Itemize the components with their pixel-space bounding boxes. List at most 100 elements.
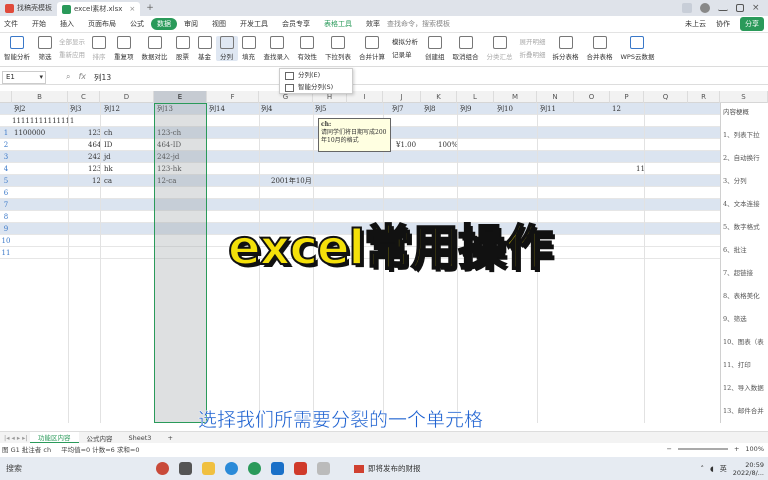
taskbar-search[interactable]: 搜索	[0, 463, 140, 474]
col-header-f[interactable]: F	[207, 91, 259, 103]
zoom-out-icon[interactable]: −	[667, 445, 672, 453]
speaker-icon[interactable]: ◖	[710, 465, 714, 473]
consolidate-button[interactable]: 合并计算	[355, 36, 389, 61]
outline-item[interactable]: 12、导入数据	[723, 382, 764, 392]
row-number[interactable]: 11	[0, 247, 12, 259]
clock[interactable]: 20:59 2022/8/...	[733, 461, 764, 477]
edge-icon[interactable]	[248, 462, 261, 475]
smart-analysis-button[interactable]: 智能分析	[0, 36, 34, 61]
sort-button[interactable]: 排序	[88, 36, 110, 61]
search-command-input[interactable]: 查找命令，搜索模板	[387, 19, 450, 29]
row-number[interactable]: 1	[0, 127, 12, 139]
cell-d-header[interactable]: 列12	[104, 103, 120, 115]
outline-item[interactable]: 9、筛选	[723, 313, 747, 323]
cell-d[interactable]: jd	[104, 151, 111, 163]
split-column-button[interactable]: 分列	[215, 36, 238, 61]
outline-item[interactable]: 10、图表（表	[723, 336, 764, 346]
menu-formula[interactable]: 公式	[123, 19, 151, 29]
cell-d[interactable]: hk	[104, 163, 113, 175]
fx-icon[interactable]: fx	[78, 72, 86, 82]
cell-n-header[interactable]: 列11	[540, 103, 556, 115]
menu-view[interactable]: 视图	[205, 19, 233, 29]
filter-button[interactable]: 筛选	[34, 36, 56, 61]
cell-j[interactable]: ¥1.00	[396, 139, 416, 151]
cloud-status[interactable]: 未上云	[685, 19, 706, 29]
cell-k[interactable]: 100%	[438, 139, 458, 151]
cell-g-header[interactable]: 列4	[261, 103, 272, 115]
col-header-p[interactable]: P	[610, 91, 644, 103]
cell-j-header[interactable]: 列7	[392, 103, 403, 115]
menu-page-layout[interactable]: 页面布局	[81, 19, 123, 29]
outline-item[interactable]: 4、文本连接	[723, 198, 760, 208]
zoom-icon[interactable]: ⌕	[66, 72, 70, 82]
col-header-l[interactable]: L	[457, 91, 494, 103]
menu-insert[interactable]: 插入	[53, 19, 81, 29]
row-number[interactable]: 8	[0, 211, 12, 223]
fund-button[interactable]: 基金	[194, 36, 216, 61]
outline-item[interactable]: 3、分列	[723, 175, 747, 185]
col-header-k[interactable]: K	[421, 91, 457, 103]
menu-home[interactable]: 开始	[25, 19, 53, 29]
mascot-icon[interactable]	[156, 462, 169, 475]
cell-f-header[interactable]: 列14	[209, 103, 225, 115]
chevron-up-icon[interactable]: ˄	[701, 465, 705, 473]
selected-column-e[interactable]	[154, 103, 207, 423]
col-header-d[interactable]: D	[100, 91, 154, 103]
col-header-c[interactable]: C	[68, 91, 100, 103]
col-header-s[interactable]: S	[720, 91, 768, 103]
dropdown-list-button[interactable]: 下拉列表	[321, 36, 355, 61]
news-widget[interactable]: 即将发布的财报	[354, 463, 421, 474]
sheet-tab-sheet3[interactable]: Sheet3	[121, 434, 160, 442]
menu-data[interactable]: 数据	[151, 18, 177, 30]
row-number[interactable]: 9	[0, 223, 12, 235]
menu-member[interactable]: 会员专享	[275, 19, 317, 29]
col-header-b[interactable]: B	[12, 91, 68, 103]
expand-detail-button[interactable]: 展开明细	[520, 36, 546, 46]
add-sheet-icon[interactable]: +	[159, 434, 180, 442]
collab-button[interactable]: 协作	[716, 19, 730, 29]
col-header-e[interactable]: E	[154, 91, 207, 103]
menu-efficiency[interactable]: 效率	[359, 19, 387, 29]
sheet-nav-arrows[interactable]: |◂ ◂ ▸ ▸|	[0, 434, 30, 442]
cell-b-header[interactable]: 列2	[14, 103, 25, 115]
cell-b[interactable]: 11111111111111	[12, 115, 74, 127]
menu-file[interactable]: 文件	[0, 19, 25, 29]
name-box[interactable]: E1 ▾	[2, 70, 46, 84]
collapse-detail-button[interactable]: 折叠明细	[520, 49, 546, 59]
menu-item-split[interactable]: 分列(E)	[280, 69, 352, 81]
formula-input[interactable]: 列13	[86, 72, 111, 83]
sheet-tab-formulas[interactable]: 公式内容	[79, 433, 121, 443]
tab-excel-file[interactable]: excel素材.xlsx ×	[57, 2, 141, 16]
language-indicator[interactable]: 英	[720, 464, 727, 474]
avatar[interactable]	[700, 3, 710, 13]
zoom-slider[interactable]	[677, 448, 728, 450]
record-form-button[interactable]: 记录单	[392, 49, 418, 59]
outline-item[interactable]: 11、打印	[723, 359, 751, 369]
outline-item[interactable]: 5、数字格式	[723, 221, 760, 231]
cell-c-header[interactable]: 列3	[70, 103, 81, 115]
compare-button[interactable]: 数据对比	[138, 36, 172, 61]
ungroup-button[interactable]: 取消组合	[449, 36, 483, 61]
window-icon[interactable]	[682, 3, 692, 13]
col-header-r[interactable]: R	[688, 91, 720, 103]
outline-item[interactable]: 6、批注	[723, 244, 747, 254]
new-tab-icon[interactable]: +	[140, 3, 160, 13]
fill-button[interactable]: 填充	[238, 36, 260, 61]
status-stats[interactable]: 平均值=0 计数=6 求和=0	[61, 444, 139, 454]
reapply-button[interactable]: 重新应用	[59, 49, 85, 59]
col-header-n[interactable]: N	[537, 91, 574, 103]
subtotal-button[interactable]: 分类汇总	[483, 36, 517, 61]
cell-d[interactable]: ch	[104, 127, 112, 139]
col-header-j[interactable]: J	[383, 91, 421, 103]
merge-table-button[interactable]: 合并表格	[583, 36, 617, 61]
row-number[interactable]: 5	[0, 175, 12, 187]
menu-review[interactable]: 审阅	[177, 19, 205, 29]
corner-cell[interactable]	[0, 91, 12, 103]
col-header-o[interactable]: O	[574, 91, 610, 103]
row-number[interactable]: 10	[0, 235, 12, 247]
minimize-icon[interactable]	[718, 6, 728, 11]
row-number[interactable]: 3	[0, 151, 12, 163]
cell-g[interactable]: 2001年10月	[271, 175, 312, 187]
cell-k-header[interactable]: 列8	[424, 103, 435, 115]
task-view-icon[interactable]	[179, 462, 192, 475]
